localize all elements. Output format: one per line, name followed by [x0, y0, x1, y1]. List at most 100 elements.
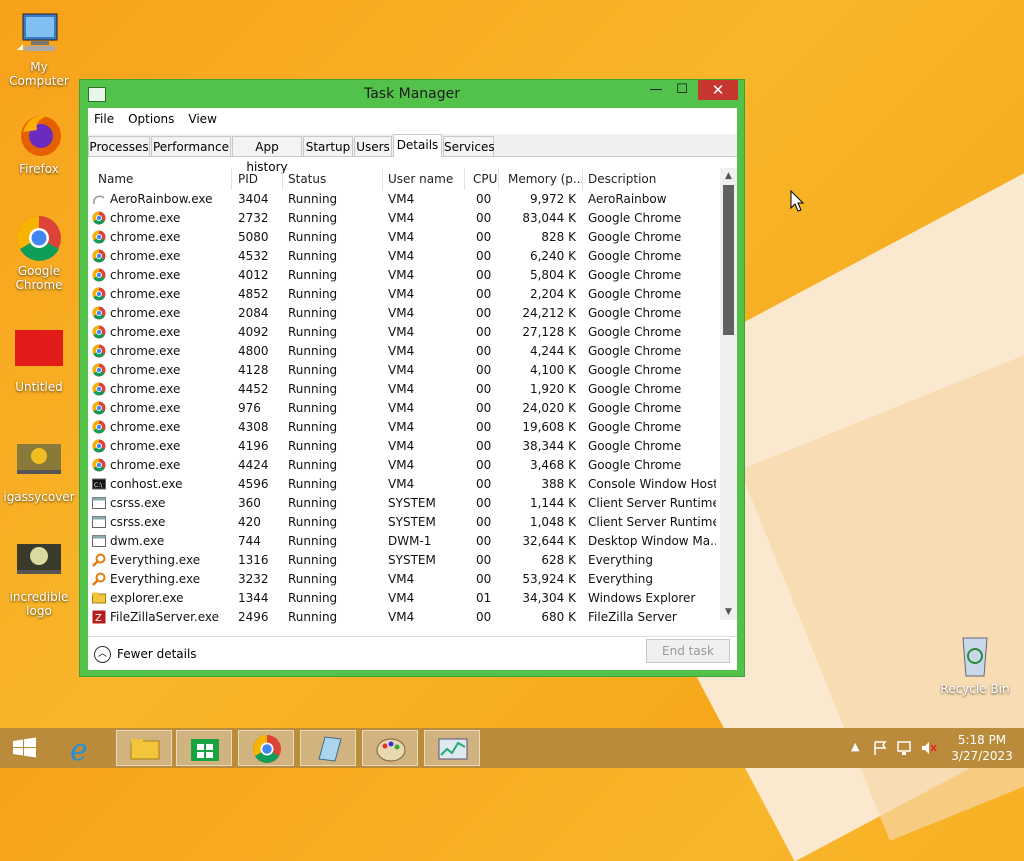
cell-cpu: 00 — [476, 572, 492, 586]
table-row[interactable]: Everything.exe 1316 Running SYSTEM 00 628 K Ev… — [88, 551, 720, 570]
table-row[interactable]: explorer.exe 1344 Running VM4 01 34,304 K Wind… — [88, 589, 720, 608]
column-separator[interactable] — [582, 168, 583, 190]
cell-pid: 1316 — [238, 553, 269, 567]
tab-startup[interactable]: Startup — [303, 136, 353, 156]
start-button[interactable] — [0, 730, 50, 766]
table-row[interactable]: chrome.exe 4852 Running VM4 00 2,204 K Google … — [88, 285, 720, 304]
title-bar[interactable]: Task Manager — ☐ ✕ — [80, 80, 744, 106]
menu-options[interactable]: Options — [128, 112, 174, 126]
desktop-icon-untitled[interactable]: Untitled — [1, 330, 77, 394]
column-header-pid[interactable]: PID — [238, 172, 258, 186]
fewer-details-button[interactable]: ︿ Fewer details — [94, 646, 197, 663]
menu-file[interactable]: File — [94, 112, 114, 126]
table-row[interactable]: chrome.exe 4308 Running VM4 00 19,608 K Google… — [88, 418, 720, 437]
scroll-down-arrow-icon[interactable]: ▼ — [720, 604, 737, 620]
firefox-icon — [15, 112, 63, 160]
chrome-process-icon — [92, 363, 106, 377]
recycle-bin-icon — [951, 632, 999, 680]
column-header-cpu[interactable]: CPU — [473, 172, 497, 186]
close-button[interactable]: ✕ — [698, 80, 738, 100]
desktop-icon-firefox[interactable]: Firefox — [1, 112, 77, 176]
cell-desc: Google Chrome — [588, 420, 682, 434]
cell-name: chrome.exe — [110, 211, 181, 225]
taskbar-store[interactable] — [176, 730, 232, 766]
scrollbar-thumb[interactable] — [723, 185, 734, 335]
chrome-process-icon — [92, 211, 106, 225]
table-row[interactable]: csrss.exe 360 Running SYSTEM 00 1,144 K Client… — [88, 494, 720, 513]
maximize-button[interactable]: ☐ — [669, 80, 695, 100]
table-row[interactable]: chrome.exe 4128 Running VM4 00 4,100 K Google … — [88, 361, 720, 380]
column-header-name[interactable]: Name — [98, 172, 133, 186]
cell-user: VM4 — [388, 382, 415, 396]
window-client-area: File Options View Processes Performance … — [88, 108, 737, 670]
column-header-description[interactable]: Description — [588, 172, 656, 186]
table-row[interactable]: chrome.exe 4092 Running VM4 00 27,128 K Google… — [88, 323, 720, 342]
column-header-memory[interactable]: Memory (p... — [508, 172, 584, 186]
chrome-icon — [253, 735, 281, 763]
tab-performance[interactable]: Performance — [151, 136, 231, 156]
table-row[interactable]: chrome.exe 2732 Running VM4 00 83,044 K Google… — [88, 209, 720, 228]
table-row[interactable]: chrome.exe 4196 Running VM4 00 38,344 K Google… — [88, 437, 720, 456]
volume-muted-icon[interactable] — [920, 740, 938, 756]
column-separator[interactable] — [464, 168, 465, 190]
chrome-process-icon — [92, 439, 106, 453]
column-separator[interactable] — [498, 168, 499, 190]
image-thumbnail-icon — [15, 540, 63, 588]
scroll-up-arrow-icon[interactable]: ▲ — [720, 168, 737, 184]
tab-users[interactable]: Users — [354, 136, 392, 156]
vertical-scrollbar[interactable]: ▲ ▼ — [720, 168, 737, 620]
cell-desc: Google Chrome — [588, 363, 682, 377]
cell-name: chrome.exe — [110, 420, 181, 434]
taskbar-internet-explorer[interactable]: e — [56, 730, 112, 768]
table-row[interactable]: chrome.exe 976 Running VM4 00 24,020 K Google … — [88, 399, 720, 418]
table-row[interactable]: C:\ conhost.exe 4596 Running VM4 00 388 K Conso… — [88, 475, 720, 494]
taskbar-notepad[interactable] — [300, 730, 356, 766]
cell-user: VM4 — [388, 325, 415, 339]
table-row[interactable]: Everything.exe 3232 Running VM4 00 53,924 K Ev… — [88, 570, 720, 589]
cell-name: explorer.exe — [110, 591, 184, 605]
table-row[interactable]: chrome.exe 4452 Running VM4 00 1,920 K Google … — [88, 380, 720, 399]
tab-details[interactable]: Details — [393, 134, 442, 157]
chrome-process-icon — [92, 268, 106, 282]
table-row[interactable]: csrss.exe 420 Running SYSTEM 00 1,048 K Client… — [88, 513, 720, 532]
taskbar-task-manager[interactable] — [424, 730, 480, 766]
table-row[interactable]: chrome.exe 2084 Running VM4 00 24,212 K Google… — [88, 304, 720, 323]
cell-mem: 828 K — [541, 230, 576, 244]
desktop-icon-igassycover[interactable]: igassycover — [1, 440, 77, 504]
taskbar-chrome[interactable] — [238, 730, 294, 766]
column-header-status[interactable]: Status — [288, 172, 326, 186]
tab-services[interactable]: Services — [443, 136, 495, 156]
action-center-flag-icon[interactable] — [872, 740, 888, 756]
image-thumbnail-icon — [15, 440, 63, 488]
desktop-icon-incredible-logo[interactable]: incredible logo — [1, 540, 77, 618]
column-separator[interactable] — [282, 168, 283, 190]
system-clock[interactable]: 5:18 PM 3/27/2023 — [946, 732, 1018, 764]
table-row[interactable]: chrome.exe 4012 Running VM4 00 5,804 K Google … — [88, 266, 720, 285]
column-separator[interactable] — [231, 168, 232, 190]
show-hidden-icons-icon[interactable]: ▲ — [851, 740, 859, 753]
column-separator[interactable] — [382, 168, 383, 190]
table-row[interactable]: chrome.exe 4532 Running VM4 00 6,240 K Google … — [88, 247, 720, 266]
table-row[interactable]: dwm.exe 744 Running DWM-1 00 32,644 K Desktop … — [88, 532, 720, 551]
cell-user: VM4 — [388, 211, 415, 225]
table-row[interactable]: chrome.exe 4800 Running VM4 00 4,244 K Google … — [88, 342, 720, 361]
desktop-icon-my-computer[interactable]: My Computer — [1, 10, 77, 88]
table-row[interactable]: Z FileZillaServer.exe 2496 Running VM4 00 680 … — [88, 608, 720, 627]
network-icon[interactable] — [896, 740, 914, 756]
tab-app-history[interactable]: App history — [232, 136, 302, 174]
taskbar-file-explorer[interactable] — [116, 730, 172, 766]
table-row[interactable]: AeroRainbow.exe 3404 Running VM4 00 9,972 K Ae… — [88, 190, 720, 209]
end-task-button[interactable]: End task — [646, 639, 730, 663]
desktop-icon-recycle-bin[interactable]: Recycle Bin — [937, 632, 1013, 696]
menu-view[interactable]: View — [188, 112, 216, 126]
table-row[interactable]: chrome.exe 4424 Running VM4 00 3,468 K Google … — [88, 456, 720, 475]
minimize-button[interactable]: — — [643, 80, 669, 100]
desktop-icon-google-chrome[interactable]: Google Chrome — [1, 214, 77, 292]
cell-status: Running — [288, 249, 338, 263]
cell-name: Everything.exe — [110, 553, 201, 567]
column-header-user-name[interactable]: User name — [388, 172, 453, 186]
taskbar-paint[interactable] — [362, 730, 418, 766]
cell-desc: Google Chrome — [588, 230, 682, 244]
tab-processes[interactable]: Processes — [88, 136, 150, 156]
table-row[interactable]: chrome.exe 5080 Running VM4 00 828 K Google Ch… — [88, 228, 720, 247]
